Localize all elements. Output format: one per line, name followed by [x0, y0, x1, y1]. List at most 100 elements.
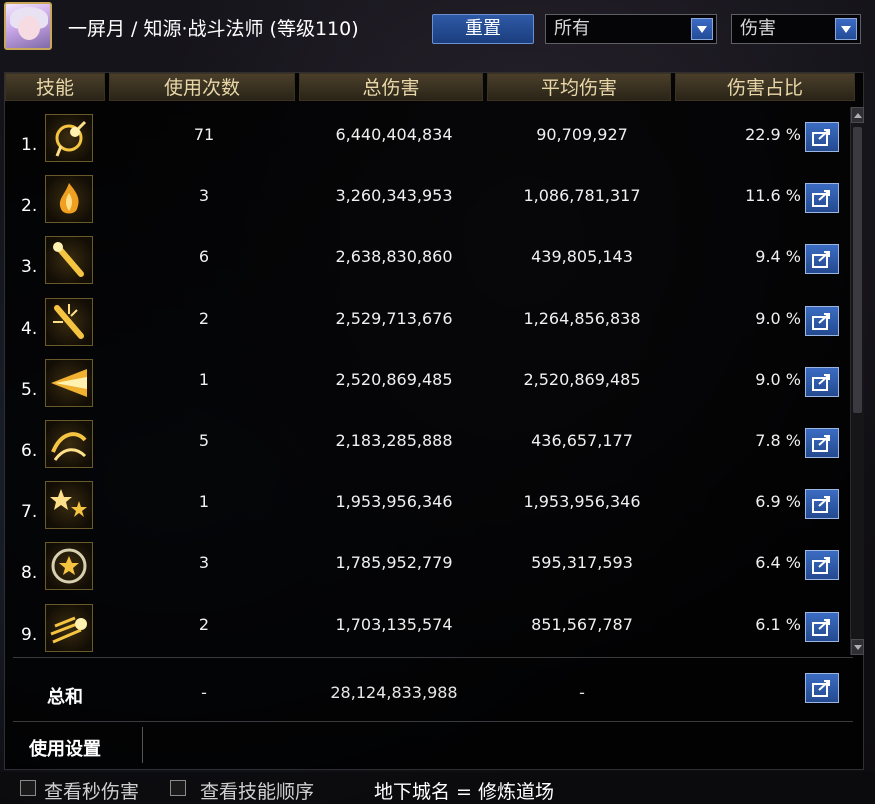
skill-row[interactable]: 9. 2 1,703,135,574 851,567,787 6.1 %	[5, 597, 845, 658]
skill-row[interactable]: 7. 1 1,953,956,346 1,953,956,346 6.9 %	[5, 474, 845, 535]
skill-row[interactable]: 2. 3 3,260,343,953 1,086,781,317 11.6 %	[5, 168, 845, 229]
total-damage: 2,529,713,676	[335, 308, 453, 328]
type-dropdown-value: 伤害	[740, 18, 776, 39]
character-title: 一屏月 / 知源·战斗法师 (等级110)	[68, 18, 359, 40]
average-damage: 595,317,593	[531, 553, 633, 573]
share-total-button[interactable]	[805, 673, 839, 703]
star-ring-skill-icon	[45, 542, 93, 591]
skill-row[interactable]: 1. 71 6,440,404,834 90,709,927 22.9 %	[5, 107, 845, 168]
damage-percent: 22.9 %	[745, 125, 801, 144]
scroll-up-icon[interactable]	[851, 107, 864, 123]
total-damage: 2,520,869,485	[335, 369, 453, 389]
staff-strike-skill-icon	[45, 236, 93, 285]
dps-checkbox-label[interactable]: 查看秒伤害	[44, 777, 139, 804]
total-row	[5, 658, 845, 719]
share-button[interactable]	[805, 428, 839, 458]
top-bar: 一屏月 / 知源·战斗法师 (等级110) 重置 所有 伤害	[0, 0, 875, 58]
share-button[interactable]	[805, 244, 839, 275]
total-damage: 1,785,952,779	[335, 553, 453, 573]
column-header-percent[interactable]: 伤害占比	[675, 73, 855, 101]
chevron-down-icon[interactable]	[835, 18, 857, 40]
share-button[interactable]	[805, 183, 839, 214]
damage-percent: 6.1 %	[755, 614, 801, 634]
table-header: 技能 使用次数 总伤害 平均伤害 伤害占比	[5, 73, 863, 103]
total-damage: 2,183,285,888	[335, 431, 453, 450]
rank-number: 6.	[21, 441, 38, 461]
rank-number: 3.	[21, 257, 38, 278]
damage-stats-panel: 技能 使用次数 总伤害 平均伤害 伤害占比 1. 71 6,440,404,83…	[4, 72, 864, 770]
dps-checkbox[interactable]	[20, 780, 36, 796]
share-icon	[812, 680, 830, 697]
total-damage: 1,953,956,346	[335, 492, 453, 512]
damage-percent: 6.9 %	[755, 492, 801, 512]
bottom-bar: 查看秒伤害 查看技能顺序 地下城名 = 修炼道场	[0, 772, 875, 804]
average-damage: 436,657,177	[531, 431, 633, 450]
column-header-average[interactable]: 平均伤害	[487, 73, 671, 101]
share-button[interactable]	[805, 611, 839, 642]
light-beam-skill-icon	[45, 358, 93, 407]
total-damage: 2,638,830,860	[335, 247, 453, 267]
average-damage: 1,953,956,346	[523, 492, 641, 512]
orbit-star-skill-icon	[45, 114, 93, 162]
damage-percent: 6.4 %	[755, 553, 801, 573]
use-count: 71	[193, 125, 215, 144]
share-button[interactable]	[805, 305, 839, 336]
share-icon	[812, 190, 830, 208]
use-count: 1	[198, 492, 210, 512]
chevron-down-icon[interactable]	[691, 18, 713, 40]
average-damage: 90,709,927	[536, 125, 628, 144]
use-count: 3	[198, 553, 210, 573]
share-icon	[812, 496, 830, 514]
share-button[interactable]	[805, 366, 839, 397]
share-button[interactable]	[805, 489, 839, 520]
reset-button[interactable]: 重置	[432, 14, 534, 44]
average-damage: 2,520,869,485	[523, 369, 641, 389]
skill-row[interactable]: 6. 5 2,183,285,888 436,657,177 7.8 %	[5, 413, 845, 474]
filter-dropdown-value: 所有	[554, 18, 590, 39]
use-count: 1	[198, 369, 210, 389]
total-damage: 3,260,343,953	[335, 186, 453, 206]
meteor-dash-skill-icon	[45, 603, 93, 652]
type-dropdown[interactable]: 伤害	[731, 14, 861, 44]
rank-number: 9.	[21, 624, 38, 645]
swirl-slash-skill-icon	[45, 420, 93, 468]
damage-percent: 11.6 %	[745, 186, 801, 206]
skill-order-checkbox[interactable]	[170, 780, 186, 796]
share-icon	[812, 373, 830, 391]
scrollbar-thumb[interactable]	[853, 127, 862, 413]
rank-number: 2.	[21, 196, 38, 217]
share-icon	[812, 435, 830, 452]
scroll-down-icon[interactable]	[851, 639, 864, 655]
skill-row[interactable]: 8. 3 1,785,952,779 595,317,593 6.4 %	[5, 535, 845, 596]
rank-number: 5.	[21, 379, 38, 400]
star-shower-skill-icon	[45, 481, 93, 530]
column-header-total[interactable]: 总伤害	[299, 73, 483, 101]
flame-burst-skill-icon	[45, 175, 93, 224]
usage-settings-tab[interactable]: 使用设置	[29, 735, 101, 761]
share-button[interactable]	[805, 122, 839, 152]
rank-number: 4.	[21, 318, 38, 339]
skill-order-checkbox-label[interactable]: 查看技能顺序	[200, 777, 314, 804]
column-header-skill[interactable]: 技能	[5, 73, 105, 101]
share-button[interactable]	[805, 550, 839, 581]
skill-row[interactable]: 4. 2 2,529,713,676 1,264,856,838 9.0 %	[5, 291, 845, 352]
damage-percent: 9.4 %	[755, 247, 801, 267]
average-damage: 1,086,781,317	[523, 186, 641, 206]
rank-number: 1.	[21, 135, 38, 155]
divider	[142, 727, 143, 763]
staff-radiant-skill-icon	[45, 297, 93, 346]
share-icon	[812, 251, 830, 269]
table-scrollbar[interactable]	[850, 107, 864, 655]
damage-percent: 9.0 %	[755, 369, 801, 389]
average-damage: 1,264,856,838	[523, 308, 641, 328]
filter-dropdown[interactable]: 所有	[545, 14, 717, 44]
damage-percent: 7.8 %	[755, 431, 801, 450]
skill-row[interactable]: 5. 1 2,520,869,485 2,520,869,485 9.0 %	[5, 352, 845, 413]
share-icon	[812, 312, 830, 330]
average-damage: 439,805,143	[531, 247, 633, 267]
rank-number: 7.	[21, 502, 38, 523]
column-header-count[interactable]: 使用次数	[109, 73, 295, 101]
use-count: 5	[198, 431, 210, 450]
use-count: 2	[198, 308, 210, 328]
skill-row[interactable]: 3. 6 2,638,830,860 439,805,143 9.4 %	[5, 229, 845, 290]
